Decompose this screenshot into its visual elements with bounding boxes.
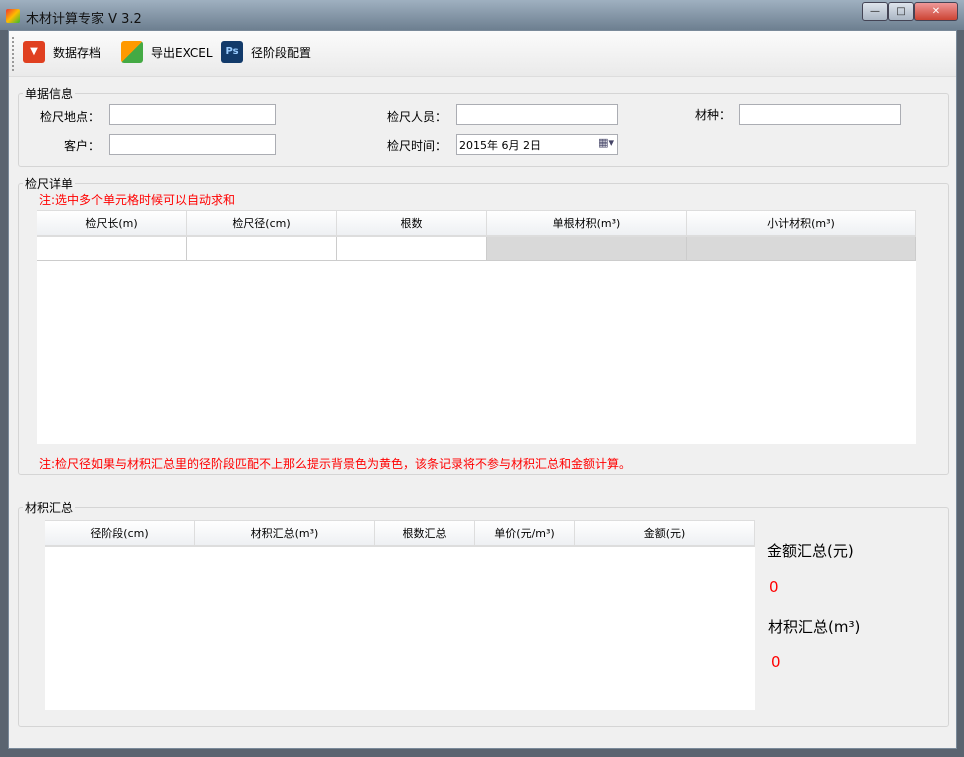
config-button[interactable]: Ps 径阶段配置: [221, 41, 311, 63]
toolbar: ▼ 数据存档 导出EXCEL Ps 径阶段配置: [9, 31, 956, 77]
inspector-label: 检尺人员：: [387, 110, 448, 124]
cell-diameter[interactable]: [187, 237, 337, 260]
minimize-button[interactable]: —: [862, 2, 888, 21]
column-header[interactable]: 金额(元): [575, 521, 755, 545]
time-label: 检尺时间：: [387, 139, 448, 153]
group-title: 材积汇总: [25, 501, 74, 515]
config-label: 径阶段配置: [251, 45, 312, 60]
amount-total-label: 金额汇总(元): [767, 542, 854, 560]
detail-grid-header: 检尺长(m) 检尺径(cm) 根数 单根材积(m³) 小计材积(m³): [37, 210, 916, 237]
main-window: ▼ 数据存档 导出EXCEL Ps 径阶段配置 单据信息 检尺地点： 检尺人员：…: [8, 30, 957, 749]
detail-note-bottom: 注:检尺径如果与材积汇总里的径阶段匹配不上那么提示背景色为黄色，该条记录将不参与…: [39, 457, 632, 471]
column-header[interactable]: 根数汇总: [375, 521, 475, 545]
summary-grid-header: 径阶段(cm) 材积汇总(m³) 根数汇总 单价(元/m³) 金额(元): [45, 520, 755, 547]
window-title: 木材计算专家 V 3.2: [26, 12, 142, 27]
export-label: 导出EXCEL: [151, 45, 213, 60]
detail-grid[interactable]: 检尺长(m) 检尺径(cm) 根数 单根材积(m³) 小计材积(m³): [37, 210, 916, 444]
table-row[interactable]: [37, 237, 916, 261]
detail-note-top: 注:选中多个单元格时候可以自动求和: [39, 193, 236, 207]
species-label: 材种：: [695, 108, 732, 122]
calendar-dropdown-icon[interactable]: ▦▾: [598, 136, 614, 149]
column-header[interactable]: 单根材积(m³): [487, 211, 687, 235]
save-label: 数据存档: [53, 45, 102, 60]
column-header[interactable]: 根数: [337, 211, 487, 235]
amount-total-value: 0: [769, 578, 779, 596]
volume-total-label: 材积汇总(m³): [768, 618, 861, 636]
column-header[interactable]: 径阶段(cm): [45, 521, 195, 545]
close-button[interactable]: ✕: [914, 2, 958, 21]
export-excel-button[interactable]: 导出EXCEL: [121, 41, 213, 63]
location-label: 检尺地点：: [40, 110, 101, 124]
cell-length[interactable]: [37, 237, 187, 260]
save-button[interactable]: ▼ 数据存档: [23, 41, 101, 63]
ps-icon: Ps: [221, 41, 243, 63]
app-icon: [6, 9, 20, 23]
column-header[interactable]: 检尺径(cm): [187, 211, 337, 235]
volume-total-value: 0: [771, 653, 781, 671]
excel-icon: [121, 41, 143, 63]
date-value: 2015年 6月 2日: [459, 139, 541, 152]
cell-subtotal-volume: [687, 237, 916, 260]
summary-grid[interactable]: 径阶段(cm) 材积汇总(m³) 根数汇总 单价(元/m³) 金额(元): [45, 520, 755, 710]
column-header[interactable]: 检尺长(m): [37, 211, 187, 235]
group-title: 单据信息: [25, 87, 74, 101]
column-header[interactable]: 小计材积(m³): [687, 211, 916, 235]
customer-label: 客户：: [64, 139, 101, 153]
column-header[interactable]: 材积汇总(m³): [195, 521, 375, 545]
species-input[interactable]: [739, 104, 901, 125]
archive-icon: ▼: [23, 41, 45, 63]
cell-count[interactable]: [337, 237, 487, 260]
cell-unit-volume: [487, 237, 687, 260]
group-title: 检尺详单: [25, 177, 74, 191]
title-bar: 木材计算专家 V 3.2 — □ ✕: [0, 0, 964, 30]
location-input[interactable]: [109, 104, 276, 125]
inspector-input[interactable]: [456, 104, 618, 125]
toolbar-grip[interactable]: [12, 37, 15, 71]
customer-input[interactable]: [109, 134, 276, 155]
maximize-button[interactable]: □: [888, 2, 914, 21]
date-picker[interactable]: 2015年 6月 2日 ▦▾: [456, 134, 618, 155]
column-header[interactable]: 单价(元/m³): [475, 521, 575, 545]
